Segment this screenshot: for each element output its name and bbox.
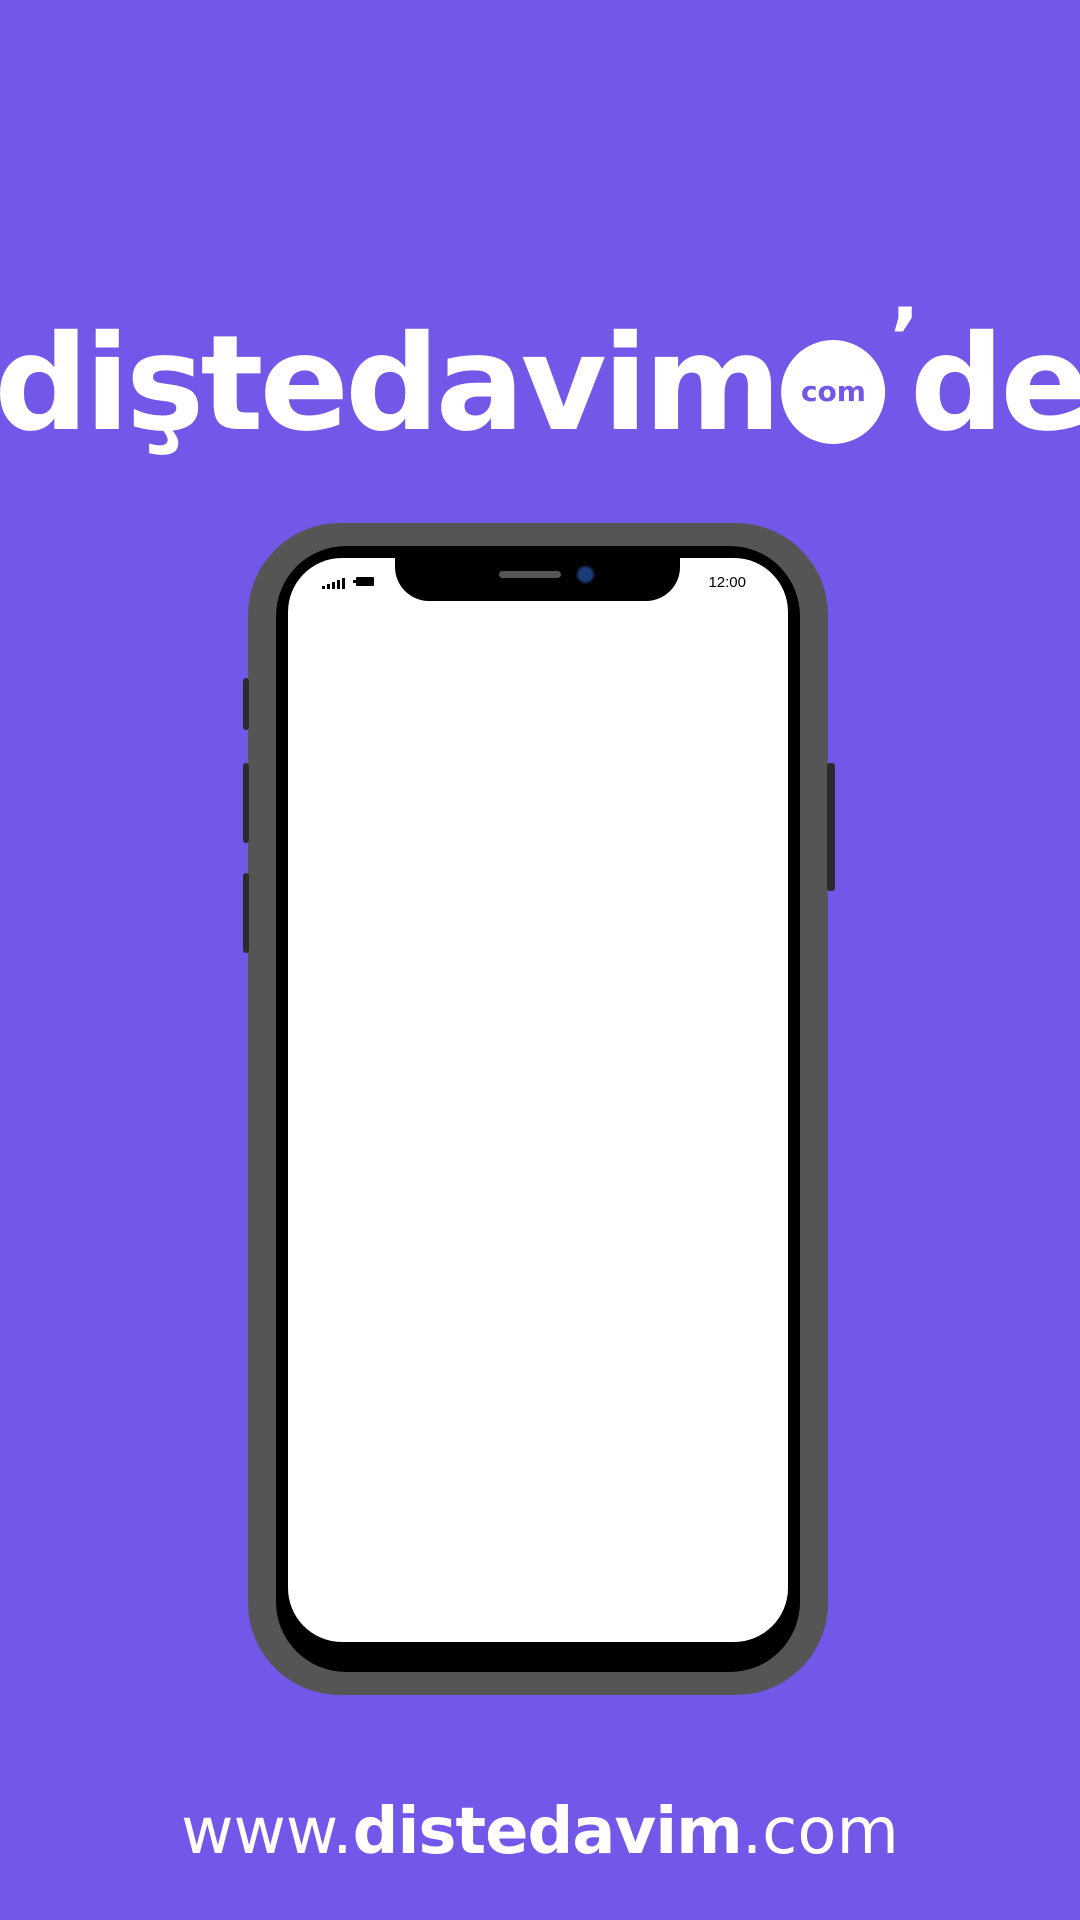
mute-switch: [243, 678, 249, 730]
battery-icon: [353, 577, 374, 586]
website-url: www. distedavim .com: [181, 1800, 899, 1864]
speaker-grille: [499, 571, 561, 578]
logo-com-label: com: [800, 375, 866, 408]
volume-down-button: [243, 873, 249, 953]
status-bar-time: 12:00: [708, 574, 746, 591]
signal-bars-icon: [322, 578, 345, 589]
front-camera-icon: [578, 567, 593, 582]
phone-screen: 12:00: [288, 558, 788, 1642]
volume-up-button: [243, 763, 249, 843]
power-button: [827, 763, 835, 891]
logo-text-main: diştedavim: [0, 307, 781, 461]
url-suffix: .com: [741, 1795, 899, 1869]
brand-logo: diştedavim com ’ de: [0, 298, 1080, 461]
url-domain: distedavim: [352, 1795, 743, 1869]
phone-bezel: 12:00: [276, 546, 800, 1672]
logo-com-badge: com: [781, 340, 886, 444]
phone-notch: [395, 558, 680, 601]
url-prefix: www.: [181, 1795, 353, 1869]
phone-mockup: 12:00: [243, 523, 835, 1695]
logo-text-tail: de: [909, 307, 1080, 461]
